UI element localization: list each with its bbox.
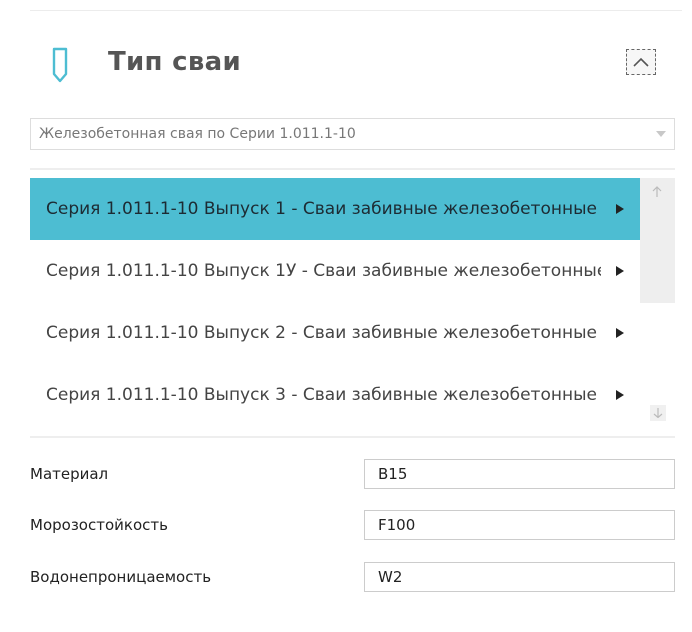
series-list: Серия 1.011.1-10 Выпуск 1 - Сваи забивны… [30, 178, 640, 428]
pile-icon [51, 47, 69, 83]
list-scrollbar[interactable] [640, 178, 675, 428]
list-item-label: Серия 1.011.1-10 Выпуск 1У - Сваи забивн… [46, 261, 601, 281]
pile-type-select-value: Железобетонная свая по Серии 1.011.1-10 [39, 126, 356, 142]
frost-resistance-field[interactable] [364, 510, 675, 540]
list-item[interactable]: Серия 1.011.1-10 Выпуск 3 - Сваи забивны… [30, 364, 640, 426]
top-divider [30, 10, 682, 11]
expand-arrow-icon [616, 390, 624, 400]
list-item-label: Серия 1.011.1-10 Выпуск 2 - Сваи забивны… [46, 323, 597, 343]
panel-title: Тип сваи [108, 47, 241, 77]
chevron-down-icon [656, 131, 666, 137]
expand-arrow-icon [616, 266, 624, 276]
material-field[interactable] [364, 459, 675, 489]
chevron-up-icon [633, 57, 649, 67]
expand-arrow-icon [616, 204, 624, 214]
scroll-up-icon[interactable] [652, 186, 662, 198]
frost-resistance-label: Морозостойкость [30, 516, 168, 534]
list-item[interactable]: Серия 1.011.1-10 Выпуск 2 - Сваи забивны… [30, 302, 640, 364]
water-resistance-label: Водонепроницаемость [30, 568, 212, 586]
collapse-button[interactable] [626, 49, 656, 75]
list-item-label: Серия 1.011.1-10 Выпуск 1 - Сваи забивны… [46, 199, 597, 219]
scroll-down-button[interactable] [650, 405, 666, 421]
list-item-label: Серия 1.011.1-10 Выпуск 3 - Сваи забивны… [46, 385, 597, 405]
scroll-down-icon [653, 408, 663, 418]
divider [30, 168, 675, 170]
list-item[interactable]: Серия 1.011.1-10 Выпуск 1 - Сваи забивны… [30, 178, 640, 240]
material-label: Материал [30, 465, 109, 483]
list-item[interactable]: Серия 1.011.1-10 Выпуск 1У - Сваи забивн… [30, 240, 640, 302]
expand-arrow-icon [616, 328, 624, 338]
pile-type-select[interactable]: Железобетонная свая по Серии 1.011.1-10 [30, 118, 675, 150]
divider [30, 436, 675, 438]
water-resistance-field[interactable] [364, 562, 675, 592]
